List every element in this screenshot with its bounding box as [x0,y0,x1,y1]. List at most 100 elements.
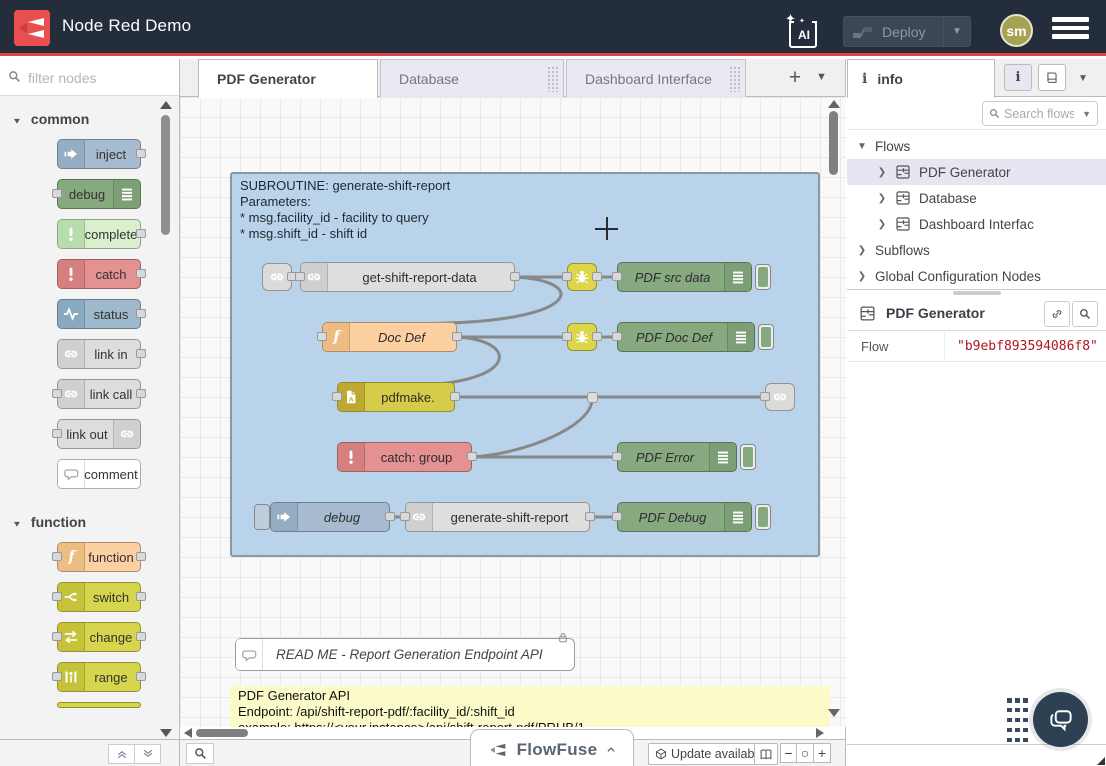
palette-node-function[interactable]: ffunction [57,542,141,572]
zoom-reset-button[interactable]: ○ [797,743,814,763]
info-tool-button[interactable]: i [1004,64,1032,91]
palette-node-complete[interactable]: complete [57,219,141,249]
palette-node-link-in[interactable]: link in [57,339,141,369]
deploy-button[interactable]: Deploy ▼ [843,16,971,47]
scroll-down-arrow[interactable] [160,729,172,737]
output-port[interactable] [136,149,146,158]
search-flows-input[interactable] [1004,107,1074,121]
expand-all-button[interactable] [134,744,161,764]
navigator-map-button[interactable] [754,743,778,765]
flow-list-caret-button[interactable]: ▼ [816,71,827,83]
flow-node-pdfmake[interactable]: Apdfmake. [337,382,455,412]
zoom-in-button[interactable]: + [814,743,831,763]
tree-item-pdf-generator[interactable]: ❯PDF Generator [847,159,1106,185]
palette-node-inject[interactable]: inject [57,139,141,169]
tab-dashboard-interface[interactable]: Dashboard Interface [566,59,746,97]
input-port[interactable] [400,512,410,521]
palette-node-comment[interactable]: comment [57,459,141,489]
update-available-button[interactable]: Update available [648,743,771,765]
tree-item-subflows[interactable]: ❯Subflows [847,237,1106,263]
tab-pdf-generator[interactable]: PDF Generator [198,59,378,98]
output-port[interactable] [136,592,146,601]
input-port[interactable] [332,392,342,401]
flow-node-debug-pdf-src-data[interactable]: PDF src data [617,262,752,292]
flow-node-debug-sampler-1[interactable] [567,263,597,291]
deploy-caret-button[interactable]: ▼ [943,17,970,46]
palette-node-link-out[interactable]: link out [57,419,141,449]
output-port[interactable] [510,272,520,281]
sidebar-splitter[interactable] [847,289,1106,296]
input-port[interactable] [612,452,622,461]
flowfuse-panel-button[interactable]: FlowFuse [470,729,634,766]
palette-node-status[interactable]: status [57,299,141,329]
sidebar-caret-button[interactable]: ▼ [1078,73,1088,84]
input-port[interactable] [562,332,572,341]
input-port[interactable] [317,332,327,341]
input-port[interactable] [612,272,622,281]
input-port[interactable] [295,272,305,281]
tree-item-flows[interactable]: ▼Flows [847,133,1106,159]
output-port[interactable] [592,332,602,341]
output-port[interactable] [450,392,460,401]
input-port[interactable] [760,392,770,401]
palette-node-switch[interactable]: switch [57,582,141,612]
output-port[interactable] [136,269,146,278]
comment-node-readme[interactable]: READ ME - Report Generation Endpoint API [235,638,575,671]
canvas-search-button[interactable] [186,743,214,764]
flow-node-catch-group[interactable]: catch: group [337,442,472,472]
output-port[interactable] [385,512,395,521]
vertical-scrollbar-thumb[interactable] [829,111,838,175]
debug-toggle-button[interactable] [755,264,771,290]
input-port[interactable] [52,552,62,561]
palette-node-range[interactable]: range [57,662,141,692]
output-port[interactable] [136,552,146,561]
output-port[interactable] [585,512,595,521]
palette-scroll-area[interactable]: ▼commoninject debug complete catch status lin… [0,96,158,739]
scroll-left-arrow[interactable] [184,728,192,738]
palette-node-link-call[interactable]: link call [57,379,141,409]
input-port[interactable] [52,592,62,601]
flow-node-debug-pdf-doc-def[interactable]: PDF Doc Def [617,322,755,352]
palette-node-debug[interactable]: debug [57,179,141,209]
input-port[interactable] [52,389,62,398]
main-menu-button[interactable] [1052,17,1089,39]
add-flow-button[interactable]: + [780,65,810,91]
output-port[interactable] [136,349,146,358]
zoom-out-button[interactable]: − [780,743,797,763]
output-port[interactable] [136,229,146,238]
flow-node-link-call-get-shift-report-data[interactable]: get-shift-report-data [300,262,515,292]
debug-toggle-button[interactable] [755,504,771,530]
output-port[interactable] [136,309,146,318]
flow-node-function-doc-def[interactable]: fDoc Def [322,322,457,352]
link-button[interactable] [1044,301,1070,327]
palette-category-common[interactable]: ▼common [0,96,158,139]
flow-node-link-call-generate-shift-report[interactable]: generate-shift-report [405,502,590,532]
palette-node-change[interactable]: change [57,622,141,652]
flow-node-debug-sampler-2[interactable] [567,323,597,351]
output-port[interactable] [136,389,146,398]
collapse-all-button[interactable] [108,744,135,764]
palette-node-catch[interactable]: catch [57,259,141,289]
output-port[interactable] [136,672,146,681]
flow-node-link-out[interactable] [765,383,795,411]
input-port[interactable] [52,189,62,198]
horizontal-scrollbar-thumb[interactable] [196,729,248,737]
palette-category-function[interactable]: ▼function [0,499,158,542]
output-port[interactable] [136,632,146,641]
input-port[interactable] [52,429,62,438]
ai-assistant-button[interactable]: ✦ ✦ AI [785,15,817,47]
palette-scrollbar-thumb[interactable] [161,115,170,235]
flow-node-link-in[interactable] [262,263,292,291]
help-book-button[interactable] [1038,64,1066,91]
scroll-up-arrow[interactable] [828,100,840,108]
tree-item-database[interactable]: ❯Database [847,185,1106,211]
tab-info[interactable]: i info [847,59,995,98]
flow-node-inject-debug[interactable]: debug [270,502,390,532]
inject-trigger-button[interactable] [254,504,270,530]
tree-item-dashboard-interfac[interactable]: ❯Dashboard Interfac [847,211,1106,237]
chat-widget-button[interactable] [1033,692,1088,747]
output-port[interactable] [592,272,602,281]
debug-toggle-button[interactable] [740,444,756,470]
input-port[interactable] [52,632,62,641]
flow-node-debug-pdf-debug[interactable]: PDF Debug [617,502,752,532]
